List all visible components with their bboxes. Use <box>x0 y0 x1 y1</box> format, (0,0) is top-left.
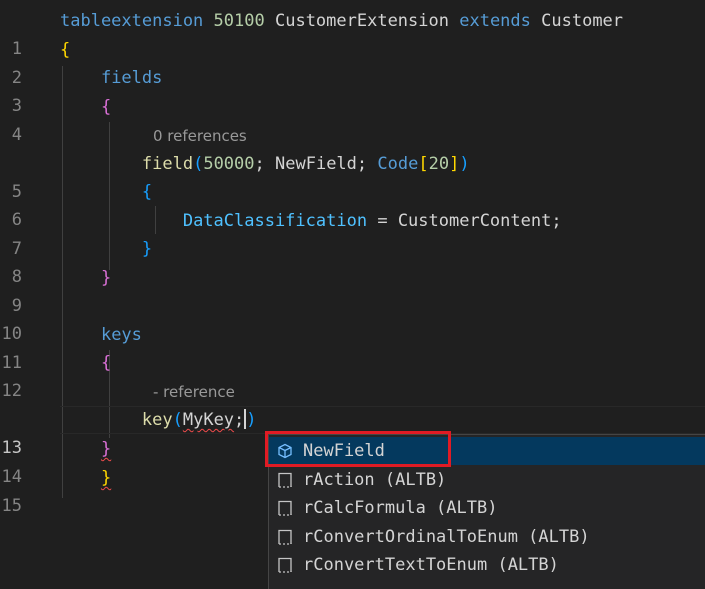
open-brace: { <box>60 40 71 60</box>
field-keyword: field <box>141 154 194 174</box>
code-line[interactable]: 6 { <box>0 178 705 230</box>
property-value: CustomerContent; <box>397 211 562 231</box>
code-line[interactable]: 9 } <box>0 264 705 316</box>
suggestion-item-rconvertordinaltoenum[interactable]: rConvertOrdinalToEnum (ALTB) <box>269 523 705 551</box>
paren-close: ) <box>459 154 470 174</box>
bracket-open: [ <box>418 154 429 174</box>
close-brace: } <box>100 439 112 459</box>
suggestion-label: rConvertOrdinalToEnum (ALTB) <box>303 527 590 547</box>
equals-sign: = <box>377 211 388 231</box>
code-line-current[interactable]: 13 key(MyKey;) <box>0 406 705 458</box>
suggestion-label: rAction (ALTB) <box>303 470 447 490</box>
suggestion-item-rconverttexttoenum[interactable]: rConvertTextToEnum (ALTB) <box>269 551 705 579</box>
suggestion-label: rConvertTextToEnum (ALTB) <box>303 555 559 575</box>
paren-open: ( <box>172 410 183 430</box>
code-line[interactable]: 1 tableextension 50100 CustomerExtension… <box>0 7 705 59</box>
code-line[interactable]: 10 <box>0 292 705 344</box>
close-brace: } <box>100 468 112 488</box>
key-keyword: key <box>141 410 173 430</box>
line-number: 12 <box>1 381 22 401</box>
field-type: Code <box>377 154 419 174</box>
paren-close: ) <box>246 410 257 430</box>
object-id: 50100 <box>213 11 265 31</box>
property-name: DataClassification <box>182 211 368 231</box>
code-lens-references[interactable]: 0 references <box>153 122 247 150</box>
base-object: Customer <box>541 11 624 31</box>
code-lens-references[interactable]: - reference <box>153 378 235 406</box>
snippet-icon <box>278 472 292 488</box>
suggestion-item-raction[interactable]: rAction (ALTB) <box>269 466 705 494</box>
semicolon: ; <box>254 154 265 174</box>
code-line[interactable]: 5 field(50000; NewField; Code[20]) <box>0 150 705 202</box>
code-editor[interactable]: 1 tableextension 50100 CustomerExtension… <box>0 0 705 589</box>
field-name: NewField <box>275 154 357 174</box>
suggestion-item-rcalcformula[interactable]: rCalcFormula (ALTB) <box>269 494 705 522</box>
semicolon: ; <box>356 154 368 174</box>
line-number: 4 <box>11 125 22 145</box>
bracket-close: ] <box>449 154 460 174</box>
object-name: CustomerExtension <box>274 11 449 31</box>
annotation-highlight-box <box>265 431 451 467</box>
code-line[interactable]: 7 DataClassification = CustomerContent; <box>0 207 705 259</box>
open-brace: { <box>141 182 153 202</box>
line-number: 15 <box>1 496 22 516</box>
code-line[interactable]: 4 { <box>0 93 705 145</box>
snippet-icon <box>278 529 292 545</box>
semicolon: ; <box>234 410 245 430</box>
keyword-tableextension: tableextension <box>60 11 204 31</box>
code-line[interactable]: 3 fields <box>0 64 705 116</box>
field-length: 20 <box>428 154 450 174</box>
close-brace: } <box>100 268 112 288</box>
snippet-icon <box>278 557 292 573</box>
suggestion-label: rCalcFormula (ALTB) <box>303 498 498 518</box>
code-line[interactable]: 8 } <box>0 235 705 287</box>
code-line[interactable]: 2 { <box>0 36 705 88</box>
keyword-fields: fields <box>100 68 163 88</box>
open-brace: { <box>100 97 112 117</box>
code-line[interactable]: 11 keys <box>0 321 705 373</box>
keyword-keys: keys <box>100 325 142 345</box>
open-brace: { <box>100 353 112 373</box>
field-id: 50000 <box>203 154 255 174</box>
keyword-extends: extends <box>459 11 531 31</box>
close-brace: } <box>141 239 153 259</box>
snippet-icon <box>278 500 292 516</box>
code-line[interactable]: 12 { <box>0 349 705 401</box>
key-name: MyKey <box>182 410 235 430</box>
paren-open: ( <box>193 154 204 174</box>
